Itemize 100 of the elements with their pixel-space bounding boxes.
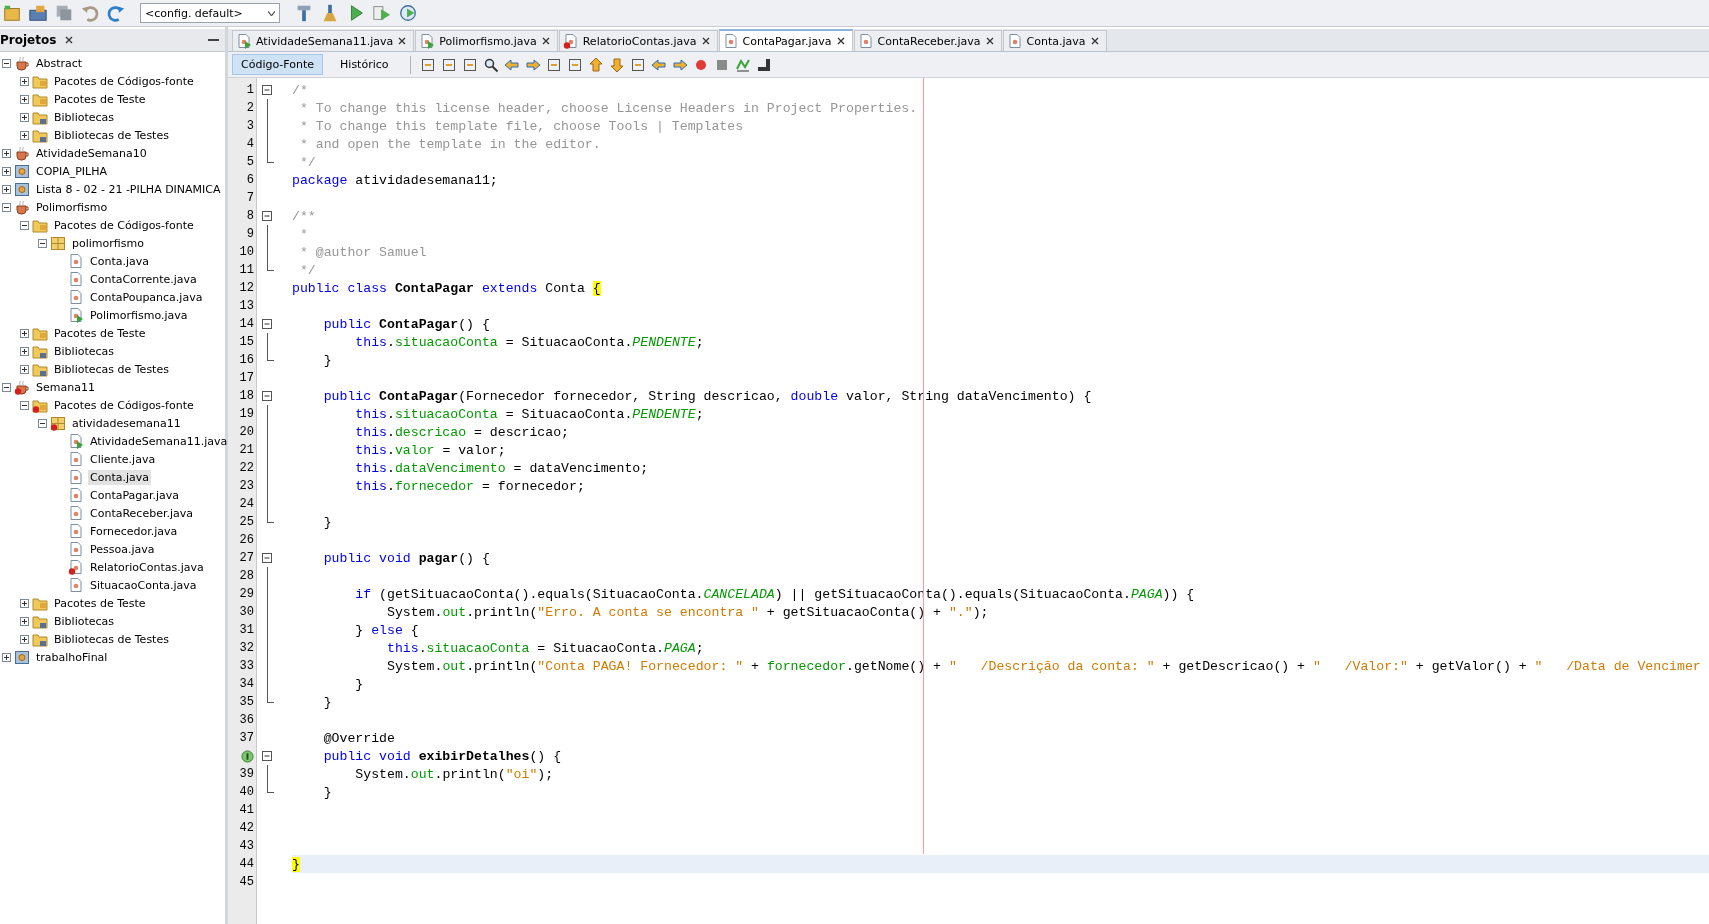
- editor-tab[interactable]: Polimorfismo.java: [415, 30, 558, 51]
- magnifier-icon[interactable]: [482, 56, 499, 73]
- tree-item[interactable]: Fornecedor.java: [88, 523, 180, 539]
- expander-icon[interactable]: [20, 346, 29, 356]
- projects-tab[interactable]: Projetos: [0, 33, 61, 47]
- up-arrow-icon[interactable]: [587, 56, 604, 73]
- expander-icon[interactable]: [2, 202, 11, 212]
- tree-item[interactable]: ContaReceber.java: [88, 505, 195, 521]
- tree-item[interactable]: atividadesemana11: [70, 415, 183, 431]
- expander-icon[interactable]: [20, 598, 29, 608]
- editor-tab[interactable]: AtividadeSemana11.java: [232, 30, 415, 51]
- file-icon: [68, 271, 84, 287]
- expander-icon[interactable]: [2, 166, 11, 176]
- expander-icon[interactable]: [20, 76, 29, 86]
- gear-box-icon: [14, 163, 30, 179]
- tree-item[interactable]: Polimorfismo.java: [88, 307, 190, 323]
- close-icon[interactable]: [64, 35, 75, 45]
- redo-icon[interactable]: [106, 3, 126, 23]
- tree-item[interactable]: Bibliotecas de Testes: [52, 631, 171, 647]
- expander-icon[interactable]: [20, 130, 29, 140]
- tree-item[interactable]: polimorfismo: [70, 235, 146, 251]
- tree-item[interactable]: Pessoa.java: [88, 541, 157, 557]
- bars-icon[interactable]: [755, 56, 772, 73]
- tree-item[interactable]: ContaPagar.java: [88, 487, 182, 503]
- right-arrow-icon[interactable]: [524, 56, 541, 73]
- tree-item[interactable]: Bibliotecas: [52, 109, 117, 125]
- tree-item[interactable]: SituacaoConta.java: [88, 577, 199, 593]
- view-tab[interactable]: Código-Fonte: [232, 54, 324, 75]
- tree-item[interactable]: Conta.java: [88, 253, 151, 269]
- tree-item[interactable]: Semana11: [34, 379, 97, 395]
- left-arrow-icon[interactable]: [503, 56, 520, 73]
- file-icon: [236, 33, 252, 49]
- new-project-icon[interactable]: [2, 3, 22, 23]
- expander-icon[interactable]: [2, 652, 11, 662]
- gauge-run-icon[interactable]: [398, 3, 418, 23]
- tree-item[interactable]: ContaCorrente.java: [88, 271, 199, 287]
- tree-item[interactable]: Pacotes de Teste: [52, 595, 148, 611]
- expander-icon[interactable]: [20, 94, 29, 104]
- tree-item[interactable]: Pacotes de Códigos-fonte: [52, 397, 196, 413]
- expander-icon[interactable]: [20, 328, 29, 338]
- tree-item[interactable]: RelatorioContas.java: [88, 559, 206, 575]
- line-number: 11: [239, 263, 254, 277]
- minimize-icon[interactable]: [208, 38, 219, 42]
- tree-item[interactable]: Abstract: [34, 55, 85, 71]
- tree-item[interactable]: Bibliotecas: [52, 343, 117, 359]
- open-folder-icon[interactable]: [28, 3, 48, 23]
- down-arrow-icon[interactable]: [608, 56, 625, 73]
- close-icon[interactable]: [835, 36, 846, 46]
- tree-item[interactable]: Pacotes de Códigos-fonte: [52, 73, 196, 89]
- expander-icon[interactable]: [20, 112, 29, 122]
- expander-icon[interactable]: [2, 382, 11, 392]
- tree-item[interactable]: Polimorfismo: [34, 199, 110, 215]
- config-dropdown[interactable]: <config. default>: [140, 3, 280, 23]
- tree-item[interactable]: Cliente.java: [88, 451, 158, 467]
- expander-icon[interactable]: [20, 616, 29, 626]
- tree-item[interactable]: AtividadeSemana10: [34, 145, 149, 161]
- expander-icon[interactable]: [20, 364, 29, 374]
- expander-icon[interactable]: [20, 220, 29, 230]
- editor-tab[interactable]: ContaPagar.java: [718, 29, 853, 51]
- tree-item[interactable]: Bibliotecas: [52, 613, 117, 629]
- collapse-icon[interactable]: [262, 553, 272, 563]
- tree-item[interactable]: AtividadeSemana11.java: [88, 433, 230, 449]
- editor-tab[interactable]: Conta.java: [1002, 30, 1107, 51]
- expander-icon[interactable]: [20, 400, 29, 410]
- expander-icon[interactable]: [2, 58, 11, 68]
- tree-item[interactable]: Pacotes de Teste: [52, 91, 148, 107]
- editor-tab[interactable]: ContaReceber.java: [853, 30, 1002, 51]
- collapse-icon[interactable]: [262, 211, 272, 221]
- tree-item[interactable]: Bibliotecas de Testes: [52, 127, 171, 143]
- close-icon[interactable]: [700, 36, 711, 46]
- tree-item[interactable]: Lista 8 - 02 - 21 -PILHA DINAMICA: [34, 181, 223, 197]
- expander-icon[interactable]: [2, 148, 11, 158]
- save-all-icon[interactable]: [54, 3, 74, 23]
- circle-marker-icon[interactable]: [241, 749, 254, 763]
- close-icon[interactable]: [540, 36, 551, 46]
- close-icon[interactable]: [1089, 36, 1100, 46]
- line-number: 6: [246, 173, 254, 187]
- tree-item[interactable]: Conta.java: [88, 469, 151, 485]
- tree-item[interactable]: COPIA_PILHA: [34, 163, 110, 179]
- expander-icon[interactable]: [38, 418, 47, 428]
- collapse-icon[interactable]: [262, 319, 272, 329]
- close-icon[interactable]: [397, 36, 408, 46]
- expander-icon[interactable]: [2, 184, 11, 194]
- tree-item[interactable]: Pacotes de Teste: [52, 325, 148, 341]
- collapse-icon[interactable]: [262, 85, 272, 95]
- editor-tab[interactable]: RelatorioContas.java: [558, 30, 718, 51]
- tree-item[interactable]: Pacotes de Códigos-fonte: [52, 217, 196, 233]
- tree-item[interactable]: trabalhoFinal: [34, 649, 110, 665]
- expander-icon[interactable]: [38, 238, 47, 248]
- tree-item[interactable]: Bibliotecas de Testes: [52, 361, 171, 377]
- collapse-icon[interactable]: [262, 751, 272, 761]
- view-tab[interactable]: Histórico: [332, 55, 397, 74]
- file-icon: [1006, 33, 1023, 49]
- collapse-icon[interactable]: [262, 391, 272, 401]
- expander-icon[interactable]: [20, 634, 29, 644]
- tree-item[interactable]: ContaPoupanca.java: [88, 289, 205, 305]
- indent-left-icon[interactable]: [650, 56, 667, 73]
- close-icon[interactable]: [984, 36, 995, 46]
- indent-right-icon[interactable]: [671, 56, 688, 73]
- code-line: package atividadesemana11;: [292, 171, 499, 189]
